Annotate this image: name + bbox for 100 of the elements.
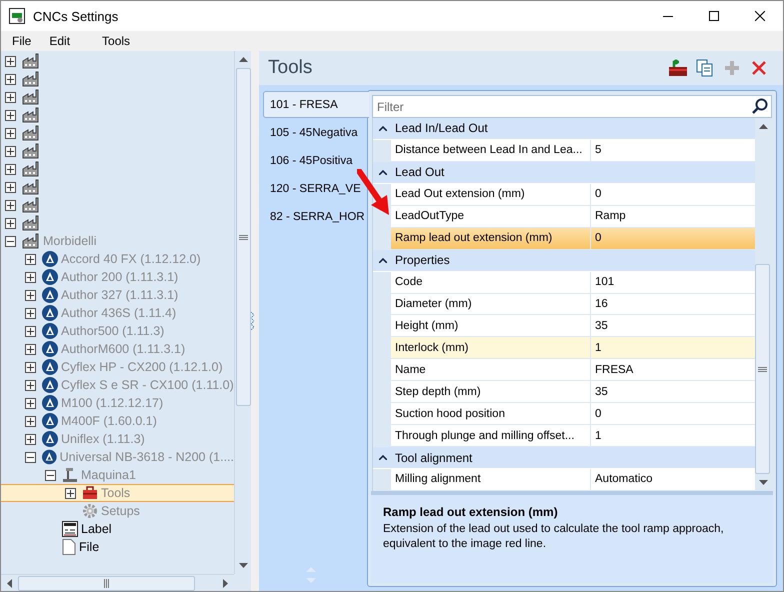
property-name: Ramp lead out extension (mm): [391, 228, 591, 249]
scroll-down-icon[interactable]: [759, 480, 768, 485]
collapse-icon[interactable]: [379, 258, 387, 263]
expand-toggle[interactable]: [5, 74, 16, 84]
plus-icon: [7, 58, 14, 64]
property-row[interactable]: Height (mm) 35: [391, 315, 755, 338]
factory-icon: [22, 89, 40, 105]
property-row[interactable]: Interlock (mm) 1: [391, 337, 755, 360]
expand-toggle[interactable]: [25, 362, 36, 372]
maximize-icon: [709, 11, 719, 21]
expand-toggle[interactable]: [25, 326, 36, 336]
menu-item[interactable]: File: [3, 31, 40, 51]
property-row[interactable]: Diameter (mm) 16: [391, 294, 755, 316]
expand-toggle[interactable]: [65, 488, 76, 498]
factory-icon: [22, 143, 40, 159]
property-name: LeadOutType: [391, 206, 591, 227]
expand-toggle[interactable]: [5, 218, 16, 228]
property-value: 5: [594, 143, 602, 158]
tool-tab[interactable]: 106 - 45Positiva: [263, 147, 367, 174]
expand-toggle[interactable]: [5, 146, 16, 156]
expand-toggle[interactable]: [5, 182, 16, 192]
logo-icon: [42, 431, 58, 447]
collapse-icon[interactable]: [379, 126, 387, 131]
menu-item[interactable]: Edit: [40, 31, 80, 51]
expand-toggle[interactable]: [5, 110, 16, 120]
property-name: Height (mm): [391, 315, 591, 336]
expand-toggle[interactable]: [25, 416, 36, 426]
tool-tab[interactable]: 82 - SERRA_HOR: [263, 203, 367, 230]
factory-icon: [22, 179, 40, 195]
property-row[interactable]: Ramp lead out extension (mm) 0: [391, 228, 755, 250]
property-value: 101: [594, 275, 616, 290]
expand-toggle[interactable]: [25, 290, 36, 300]
scrollbar-thumb[interactable]: [236, 68, 250, 406]
scrollbar-thumb[interactable]: [755, 264, 770, 474]
expand-toggle[interactable]: [5, 92, 16, 102]
plus-icon: [27, 310, 34, 316]
expand-toggle[interactable]: [5, 56, 16, 66]
property-row[interactable]: Lead Out extension (mm) 0: [391, 184, 755, 206]
property-row[interactable]: Suction hood position 0: [391, 403, 755, 426]
window-title: CNCs Settings: [33, 8, 120, 24]
category-header[interactable]: Lead Out: [373, 162, 755, 184]
expand-toggle[interactable]: [5, 164, 16, 174]
collapse-icon[interactable]: [379, 455, 387, 460]
tool-tab[interactable]: 101 - FRESA: [263, 91, 369, 118]
expand-toggle[interactable]: [25, 272, 36, 282]
collapse-icon[interactable]: [379, 170, 387, 175]
scroll-up-icon[interactable]: [238, 57, 248, 62]
scroll-down-icon[interactable]: [238, 563, 248, 568]
factory-icon: [22, 233, 40, 249]
tree-item[interactable]: Label: [1, 520, 234, 538]
category-header[interactable]: Lead In/Lead Out: [373, 118, 755, 140]
tool-tab[interactable]: 105 - 45Negativa: [263, 119, 367, 146]
plus-icon: [7, 148, 14, 154]
expand-toggle[interactable]: [25, 380, 36, 390]
property-value: 16: [594, 296, 609, 312]
expand-toggle[interactable]: [5, 128, 16, 138]
factory-icon: [22, 161, 40, 177]
property-row[interactable]: Name FRESA: [391, 359, 755, 382]
property-value: 0: [594, 231, 602, 246]
menu-item[interactable]: Tools: [93, 31, 140, 51]
plus-icon: [7, 112, 14, 118]
plus-icon: [67, 490, 74, 496]
expand-toggle[interactable]: [25, 398, 36, 408]
logo-icon: [42, 305, 58, 321]
expand-toggle[interactable]: [5, 200, 16, 210]
search-icon[interactable]: [752, 98, 768, 114]
property-row[interactable]: Through plunge and milling offset... 1: [391, 425, 755, 448]
expand-toggle[interactable]: [25, 344, 36, 354]
plus-icon: [7, 130, 14, 136]
plus-icon: [7, 220, 14, 226]
scroll-up-icon[interactable]: [759, 124, 768, 129]
expand-toggle[interactable]: [25, 434, 36, 444]
property-row[interactable]: Milling alignment Automatico: [391, 469, 755, 491]
property-value: Automatico: [594, 472, 654, 488]
logo-icon: [42, 449, 57, 465]
scrollbar-thumb[interactable]: [18, 576, 195, 590]
collapse-toggle[interactable]: [25, 452, 36, 462]
scroll-right-icon[interactable]: [223, 578, 228, 588]
collapse-toggle[interactable]: [45, 470, 56, 480]
category-header[interactable]: Properties: [373, 250, 755, 272]
plus-icon: [7, 166, 14, 172]
tree-item[interactable]: File: [1, 538, 234, 556]
expand-toggle[interactable]: [25, 254, 36, 264]
scroll-left-icon[interactable]: [7, 578, 12, 588]
category-header[interactable]: Tool alignment: [373, 447, 755, 469]
expand-toggle[interactable]: [25, 308, 36, 318]
splitter-grip-icon[interactable]: [251, 312, 254, 330]
property-value: Ramp: [594, 209, 627, 224]
collapse-toggle[interactable]: [5, 236, 16, 246]
logo-icon: [42, 413, 58, 429]
property-row[interactable]: Distance between Lead In and Lea... 5: [391, 140, 755, 162]
property-value: 1: [594, 428, 602, 444]
property-row[interactable]: Code 101: [391, 272, 755, 294]
tool-tab[interactable]: 120 - SERRA_VE: [263, 175, 367, 202]
filter-field[interactable]: Filter: [372, 95, 772, 118]
property-row[interactable]: Step depth (mm) 35: [391, 381, 755, 404]
plus-icon: [7, 202, 14, 208]
gear-icon: [82, 503, 98, 519]
plus-icon: [27, 328, 34, 334]
property-row[interactable]: LeadOutType Ramp: [391, 206, 755, 228]
